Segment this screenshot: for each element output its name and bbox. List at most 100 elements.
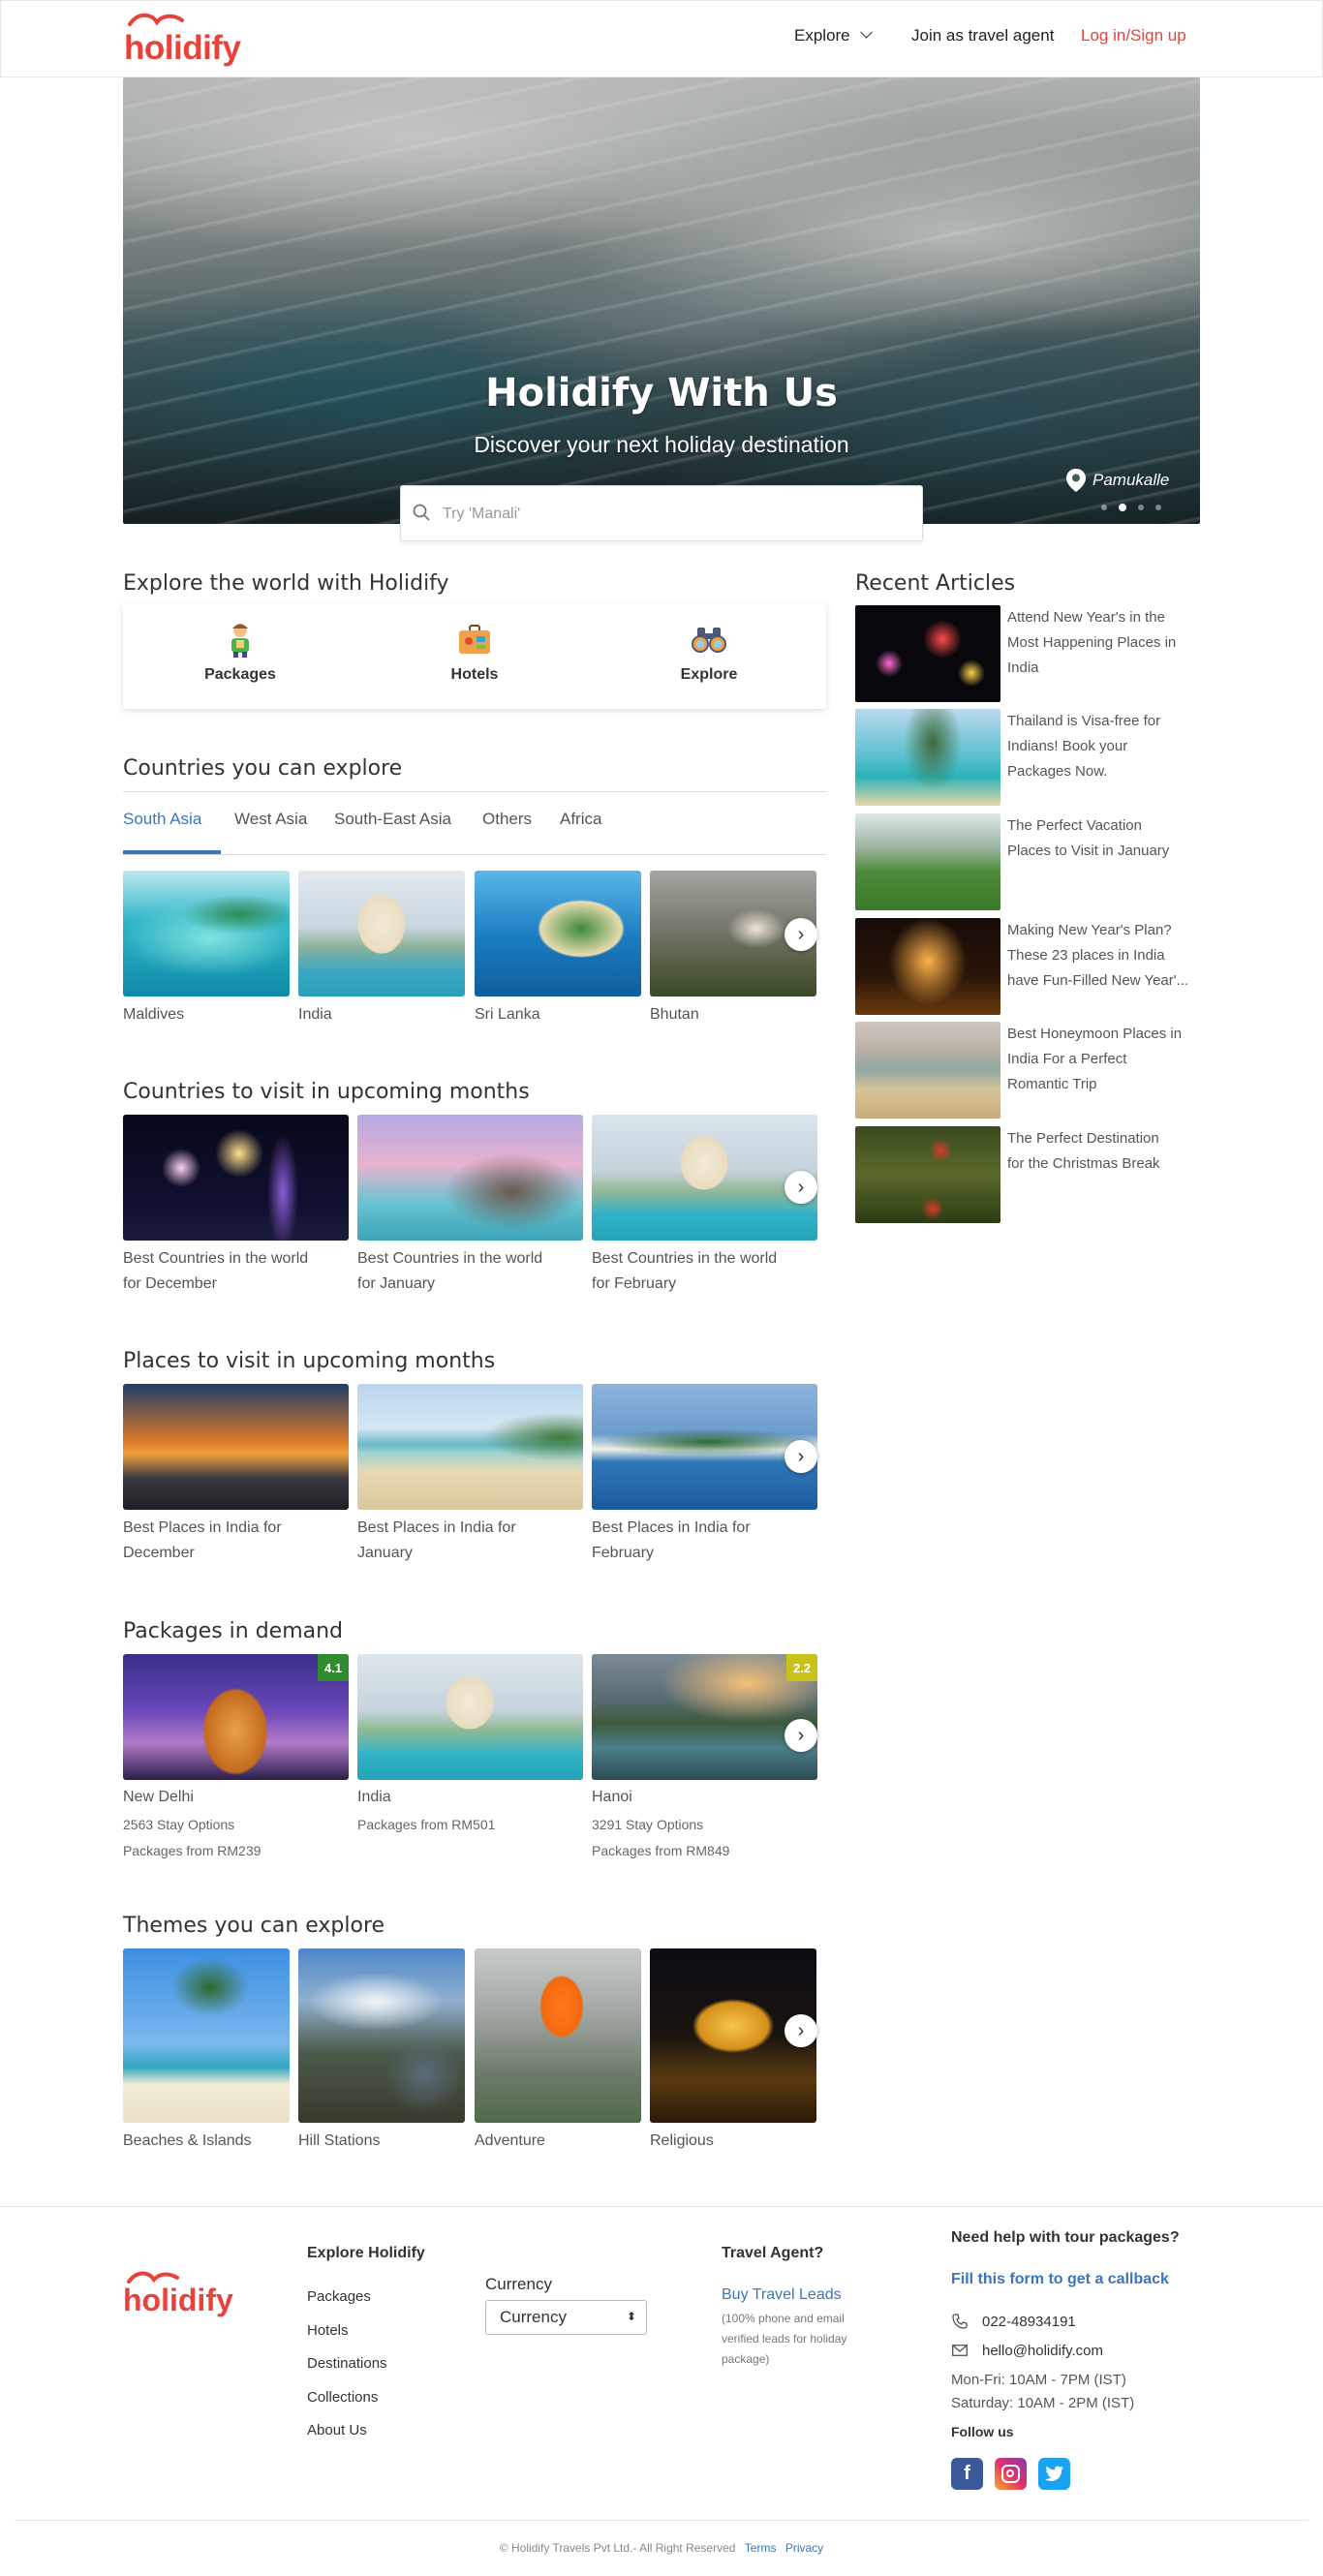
- article-link[interactable]: Thailand is Visa-free for Indians! Book y…: [1007, 709, 1201, 784]
- carousel-dot[interactable]: [1138, 505, 1144, 510]
- carousel-dot-active[interactable]: [1119, 504, 1126, 511]
- article-line: Most Happening Places in: [1007, 634, 1177, 651]
- twitter-bird-glyph: [1044, 2466, 1063, 2481]
- article-line: Romantic Trip: [1007, 1076, 1097, 1092]
- tab-south-asia[interactable]: South Asia: [123, 810, 201, 829]
- article-link[interactable]: The Perfect Destination for the Christmas…: [1007, 1126, 1201, 1177]
- footer-link-destinations[interactable]: Destinations: [307, 2355, 387, 2372]
- carousel-dot[interactable]: [1101, 505, 1107, 510]
- explore-packages-label: Packages: [204, 666, 276, 683]
- search-icon: [413, 504, 430, 521]
- follow-us-label: Follow us: [951, 2424, 1014, 2439]
- help-title: Need help with tour packages?: [951, 2229, 1180, 2246]
- article-image[interactable]: [855, 1126, 1000, 1223]
- article-image[interactable]: [855, 709, 1000, 806]
- footer-explore-title: Explore Holidify: [307, 2245, 425, 2261]
- country-label: Sri Lanka: [475, 1006, 540, 1023]
- explore-explore[interactable]: Explore: [631, 620, 786, 684]
- divider: [123, 791, 826, 792]
- country-card-maldives[interactable]: [123, 871, 290, 997]
- currency-select[interactable]: Currency ⬍: [485, 2300, 647, 2335]
- hero-location: Pamukalle: [1065, 468, 1169, 493]
- buy-leads-link[interactable]: Buy Travel Leads: [722, 2286, 842, 2304]
- search-input[interactable]: [443, 500, 898, 529]
- carousel-dot[interactable]: [1155, 505, 1161, 510]
- next-arrow-icon[interactable]: ›: [785, 1440, 817, 1473]
- upcoming-country-card-january[interactable]: [357, 1115, 583, 1241]
- country-card-india[interactable]: [298, 871, 465, 997]
- package-stay-options: 3291 Stay Options: [592, 1817, 704, 1832]
- theme-card-beaches[interactable]: [123, 1948, 290, 2123]
- package-card-hanoi[interactable]: 2.2: [592, 1654, 817, 1780]
- tab-others[interactable]: Others: [482, 810, 532, 829]
- package-card-india[interactable]: [357, 1654, 583, 1780]
- select-caret-icon: ⬍: [626, 2310, 636, 2323]
- country-card-sri-lanka[interactable]: [475, 871, 641, 997]
- next-arrow-icon[interactable]: ›: [785, 1719, 817, 1752]
- article-image[interactable]: [855, 813, 1000, 910]
- theme-label: Religious: [650, 2132, 714, 2149]
- caption-line: December: [123, 1545, 195, 1561]
- twitter-icon[interactable]: [1038, 2458, 1070, 2490]
- nav-explore[interactable]: Explore: [794, 25, 874, 46]
- article-link[interactable]: Attend New Year's in the Most Happening P…: [1007, 605, 1201, 681]
- article-image[interactable]: [855, 605, 1000, 702]
- theme-label: Adventure: [475, 2132, 545, 2149]
- nav-explore-label: Explore: [794, 26, 850, 45]
- caption-line: Best Countries in the world: [357, 1250, 543, 1267]
- theme-card-hill-stations[interactable]: [298, 1948, 465, 2123]
- explore-hotels[interactable]: Hotels: [397, 620, 552, 684]
- upcoming-place-card-december[interactable]: [123, 1384, 349, 1510]
- article-line: India: [1007, 659, 1039, 676]
- upcoming-places-title: Places to visit in upcoming months: [123, 1349, 496, 1373]
- callback-form-link[interactable]: Fill this form to get a callback: [951, 2271, 1169, 2288]
- theme-card-adventure[interactable]: [475, 1948, 641, 2123]
- phone-number[interactable]: 022-48934191: [982, 2314, 1076, 2330]
- upcoming-place-card-february[interactable]: [592, 1384, 817, 1510]
- upcoming-country-card-february[interactable]: [592, 1115, 817, 1241]
- next-arrow-icon[interactable]: ›: [785, 2014, 817, 2047]
- explore-packages[interactable]: Packages: [163, 620, 318, 684]
- footer-logo[interactable]: holidify: [123, 2269, 233, 2317]
- copyright-bar: © Holidify Travels Pvt Ltd.- All Right R…: [0, 2541, 1323, 2555]
- footer-link-about-us[interactable]: About Us: [307, 2422, 367, 2438]
- tab-south-east-asia[interactable]: South-East Asia: [334, 810, 451, 829]
- footer-link-collections[interactable]: Collections: [307, 2389, 378, 2406]
- email-address[interactable]: hello@holidify.com: [982, 2343, 1103, 2359]
- upcoming-country-label: Best Countries in the world for January: [357, 1246, 583, 1297]
- package-name: Hanoi: [592, 1789, 632, 1805]
- privacy-link[interactable]: Privacy: [785, 2541, 823, 2555]
- holidify-logo[interactable]: holidify: [124, 11, 241, 69]
- search-box: [400, 485, 923, 541]
- nav-join-agent[interactable]: Join as travel agent: [911, 26, 1054, 46]
- package-card-new-delhi[interactable]: 4.1: [123, 1654, 349, 1780]
- article-link[interactable]: Best Honeymoon Places in India For a Perf…: [1007, 1022, 1201, 1097]
- facebook-icon[interactable]: f: [951, 2458, 983, 2490]
- instagram-icon[interactable]: [995, 2458, 1027, 2490]
- copyright-text: © Holidify Travels Pvt Ltd.- All Right R…: [499, 2541, 736, 2555]
- article-image[interactable]: [855, 918, 1000, 1015]
- package-name: India: [357, 1789, 391, 1805]
- footer-link-packages[interactable]: Packages: [307, 2288, 371, 2305]
- explore-hotels-label: Hotels: [450, 666, 499, 683]
- article-line: The Perfect Vacation: [1007, 817, 1142, 834]
- nav-login-signup[interactable]: Log in/Sign up: [1081, 26, 1186, 46]
- caption-line: Best Countries in the world: [592, 1250, 778, 1267]
- next-arrow-icon[interactable]: ›: [785, 1171, 817, 1204]
- article-link[interactable]: Making New Year's Plan? These 23 places i…: [1007, 918, 1201, 994]
- article-image[interactable]: [855, 1022, 1000, 1119]
- agent-note: (100% phone and email verified leads for …: [722, 2309, 846, 2370]
- country-label: Maldives: [123, 1006, 185, 1023]
- upcoming-place-label: Best Places in India for December: [123, 1516, 349, 1566]
- tab-west-asia[interactable]: West Asia: [234, 810, 307, 829]
- upcoming-place-card-january[interactable]: [357, 1384, 583, 1510]
- agent-note-line: (100% phone and email: [722, 2312, 845, 2325]
- terms-link[interactable]: Terms: [745, 2541, 777, 2555]
- tab-africa[interactable]: Africa: [560, 810, 601, 829]
- article-line: Packages Now.: [1007, 763, 1108, 780]
- article-link[interactable]: The Perfect Vacation Places to Visit in J…: [1007, 813, 1201, 864]
- next-arrow-icon[interactable]: ›: [785, 918, 817, 951]
- agent-note-line: package): [722, 2352, 770, 2366]
- footer-link-hotels[interactable]: Hotels: [307, 2322, 349, 2339]
- upcoming-country-card-december[interactable]: [123, 1115, 349, 1241]
